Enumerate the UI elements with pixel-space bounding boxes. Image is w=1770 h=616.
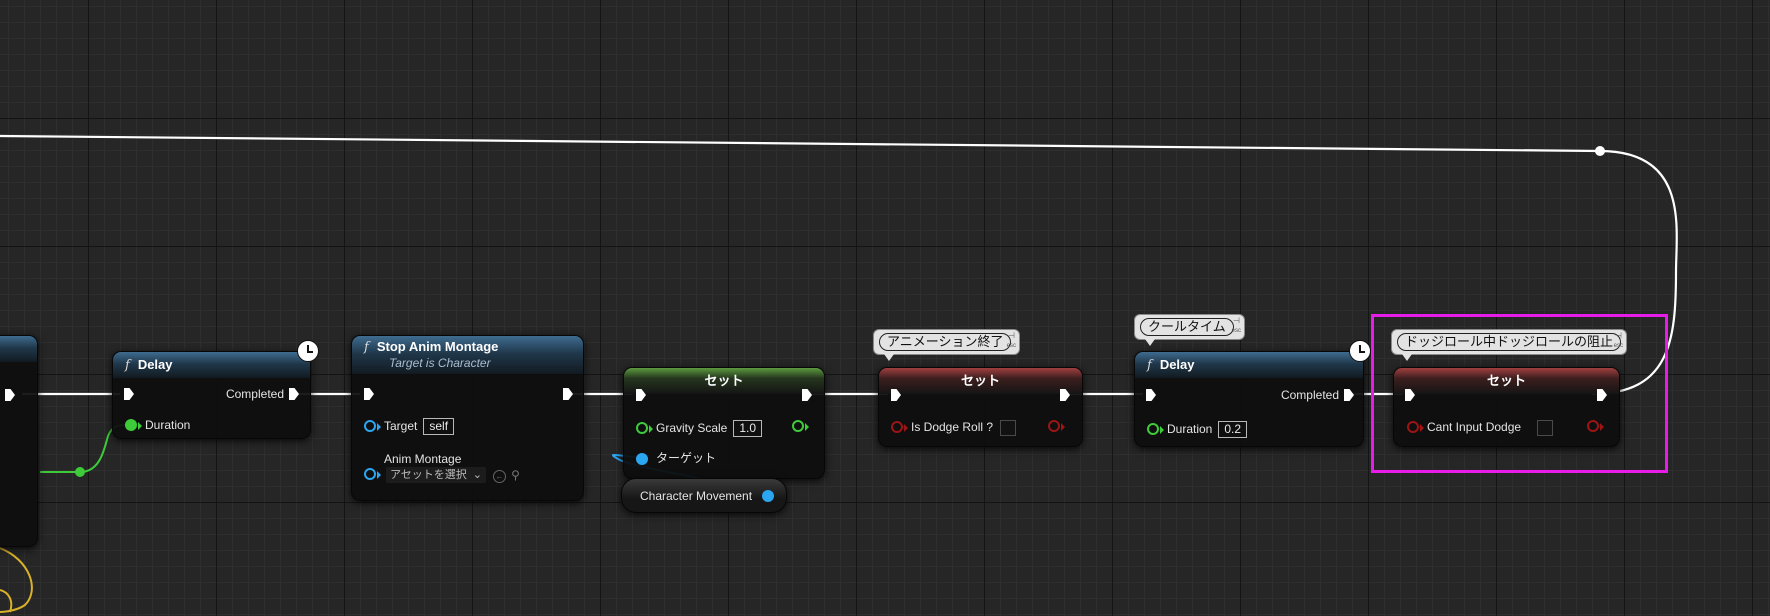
comment-text: アニメーション終了 [879,333,1012,351]
delay-node[interactable]: f Delay Completed Duration [112,340,319,439]
anim-montage-label: Anim Montage [384,452,462,466]
comment-esc-label: esc [1006,343,1016,349]
offscreen-node[interactable] [0,335,38,547]
stop-anim-montage-node[interactable]: f Stop Anim Montage Target is Character T… [351,335,584,501]
delay-node-header: f Delay [113,352,310,378]
duration-value[interactable]: 0.2 [1218,421,1248,438]
completed-label: Completed [1280,388,1339,402]
latent-clock-icon [1349,340,1371,362]
anim-montage-pin[interactable] [364,468,376,480]
stop-anim-montage-header: f Stop Anim Montage Target is Character [352,336,583,374]
exec-in-pin[interactable] [124,388,134,400]
set-cant-input-dodge-node[interactable]: セット Cant Input Dodge [1393,367,1620,447]
is-dodge-roll-out-pin[interactable] [1048,420,1060,432]
cant-input-dodge-checkbox[interactable] [1537,420,1554,436]
function-icon: f [364,340,369,355]
function-icon: f [125,358,130,373]
completed-label: Completed [225,387,284,401]
target-value[interactable]: self [423,418,455,435]
completed-exec-pin[interactable] [289,388,299,400]
target-pin[interactable] [364,420,376,432]
pin-arrow [1600,423,1604,431]
cant-input-dodge-pin[interactable] [1407,421,1419,433]
latent-clock-icon [297,340,319,362]
pin-arrow [805,423,809,431]
asset-picker[interactable]: アセットを選択 ⌄ [386,467,486,483]
node-title: Stop Anim Montage [376,339,499,354]
is-dodge-roll-checkbox[interactable] [1000,420,1017,436]
completed-exec-pin[interactable] [1344,389,1354,401]
exec-out-pin[interactable] [5,389,15,401]
node-title: Delay [137,357,173,372]
comment-text: ドッジロール中ドッジロールの阻止 [1397,333,1622,351]
comment-esc-label: esc [1231,328,1241,334]
pin-arrow [1420,424,1424,432]
cant-input-dodge-row: Cant Input Dodge [1427,420,1554,436]
duration-pin[interactable] [125,419,137,431]
exec-out-pin[interactable] [563,388,573,400]
gravity-scale-label: Gravity Scale [656,421,728,435]
comment-text: クールタイム [1140,318,1234,336]
pin-arrow [649,425,653,433]
gravity-scale-row: Gravity Scale 1.0 [656,420,763,437]
wire-layer [0,134,1678,613]
pin-arrow [377,423,381,431]
set-dodge-roll-header: セット [879,368,1082,394]
exec-in-pin[interactable] [1146,389,1156,401]
comment-tail [884,354,894,361]
comment-esc-label: esc [1613,343,1623,349]
pin-comment-icon[interactable]: ⊣ [1008,332,1015,340]
cant-input-dodge-out-pin[interactable] [1587,420,1599,432]
comment-tail [1145,339,1155,346]
chevron-down-icon: ⌄ [472,469,482,481]
search-icon[interactable]: ⚲ [510,469,521,481]
is-dodge-roll-label: Is Dodge Roll ? [911,420,994,435]
target-pin[interactable] [636,453,648,465]
gravity-scale-pin[interactable] [636,422,648,434]
duration-label: Duration [145,418,191,432]
browse-back-icon[interactable]: ← [493,470,506,483]
cant-input-dodge-label: Cant Input Dodge [1427,420,1522,435]
delay-node[interactable]: f Delay Completed Duration 0.2 [1134,340,1371,447]
set-gravity-header: セット [624,368,824,394]
set-cant-input-dodge-header: セット [1394,368,1619,394]
character-movement-out-pin[interactable] [762,490,774,502]
duration-pin[interactable] [1147,423,1159,435]
asset-picker-value: アセットを選択 [390,469,467,481]
pin-arrow [904,424,908,432]
reroute-node [1595,146,1605,156]
pin-comment-icon[interactable]: ⊣ [1233,317,1240,325]
node-title: Delay [1159,357,1195,372]
comment-tail [1402,354,1412,361]
comment-bubble[interactable]: アニメーション終了 ⊣ esc [873,329,1020,361]
gravity-scale-value[interactable]: 1.0 [733,420,763,437]
set-dodge-roll-node[interactable]: セット Is Dodge Roll ? [878,367,1083,447]
exec-in-pin[interactable] [364,388,374,400]
set-gravity-node[interactable]: セット Gravity Scale 1.0 ターゲット [623,367,825,479]
offscreen-node-header [0,336,37,362]
function-icon: f [1147,358,1152,373]
target-row: Target self [384,418,455,435]
pin-arrow [377,471,381,479]
comment-bubble[interactable]: ドッジロール中ドッジロールの阻止 ⊣ esc [1391,329,1627,361]
node-subtitle: Target is Character [389,356,491,370]
float-wire-knot [75,467,85,477]
pin-arrow [138,422,142,430]
yellow-wire [0,547,33,613]
yellow-wire [0,589,13,613]
character-movement-node[interactable]: Character Movement [621,478,787,513]
gravity-scale-out-pin[interactable] [792,420,804,432]
duration-row: Duration 0.2 [1167,421,1248,438]
pin-arrow [1061,423,1065,431]
target-label: Target [384,419,418,433]
duration-label: Duration [1167,422,1213,436]
pin-comment-icon[interactable]: ⊣ [1615,332,1622,340]
delay-node-header: f Delay [1135,352,1363,378]
is-dodge-roll-row: Is Dodge Roll ? [911,420,1017,436]
target-label: ターゲット [656,451,717,465]
character-movement-label: Character Movement [640,489,753,503]
is-dodge-roll-pin[interactable] [891,421,903,433]
pin-arrow [1160,426,1164,434]
comment-bubble[interactable]: クールタイム ⊣ esc [1134,314,1245,346]
